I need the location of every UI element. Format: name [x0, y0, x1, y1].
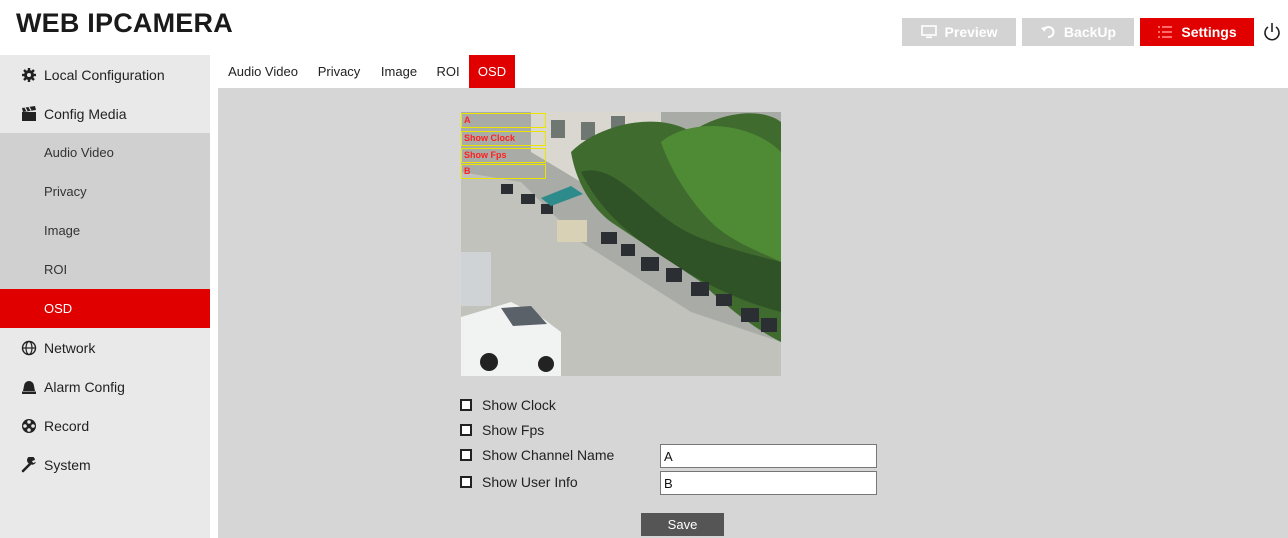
show-clock-checkbox[interactable] — [460, 399, 472, 411]
sidebar-subitem-label: Image — [44, 223, 81, 238]
save-button[interactable]: Save — [641, 513, 724, 536]
backup-button[interactable]: BackUp — [1022, 18, 1134, 46]
clapperboard-icon — [21, 106, 37, 122]
tab-label: OSD — [477, 64, 507, 79]
sidebar-item-network[interactable]: Network — [0, 328, 210, 367]
tab-label: Image — [380, 64, 418, 79]
wrench-icon — [21, 456, 37, 473]
preview-button[interactable]: Preview — [902, 18, 1016, 46]
sidebar-subitem-label: Audio Video — [44, 145, 114, 160]
list-icon — [1157, 25, 1173, 39]
tab-label: Privacy — [317, 64, 361, 79]
sidebar-item-label: System — [44, 456, 91, 473]
preview-label: Preview — [944, 24, 998, 40]
sidebar-subitem-label: Privacy — [44, 184, 87, 199]
sidebar-item-alarm-config[interactable]: Alarm Config — [0, 367, 210, 406]
undo-icon — [1040, 25, 1056, 39]
settings-tab-bar: Audio Video Privacy Image ROI OSD — [210, 55, 1288, 88]
osd-overlay-box[interactable]: Show Fps — [461, 148, 546, 163]
channel-name-input[interactable] — [660, 444, 877, 468]
sidebar-item-system[interactable]: System — [0, 445, 210, 484]
power-icon[interactable] — [1262, 20, 1282, 44]
tab-label: Audio Video — [228, 64, 298, 79]
app-root: WEB IPCAMERA Preview BackUp Settings Loc… — [0, 0, 1288, 538]
tab-audio-video[interactable]: Audio Video — [224, 55, 302, 88]
film-reel-icon — [21, 418, 37, 434]
sidebar-item-record[interactable]: Record — [0, 406, 210, 445]
sidebar-subitem-roi[interactable]: ROI — [0, 250, 210, 289]
user-info-input[interactable] — [660, 471, 877, 495]
sidebar-subitem-privacy[interactable]: Privacy — [0, 172, 210, 211]
sidebar: Local Configuration Config Media Audio V… — [0, 55, 210, 538]
sidebar-item-label: Record — [44, 417, 90, 434]
show-fps-option: Show Fps — [460, 422, 544, 438]
monitor-icon — [920, 25, 937, 39]
show-channel-name-label: Show Channel Name — [482, 447, 615, 463]
show-fps-checkbox[interactable] — [460, 424, 472, 436]
show-clock-option: Show Clock — [460, 397, 556, 413]
tab-osd[interactable]: OSD — [469, 55, 515, 88]
app-logo-title: WEB IPCAMERA — [16, 8, 233, 38]
osd-overlay-box[interactable]: A — [461, 113, 546, 128]
camera-preview[interactable]: A Show Clock Show Fps B — [461, 112, 781, 376]
show-user-info-checkbox[interactable] — [460, 476, 472, 488]
settings-label: Settings — [1181, 24, 1237, 40]
sidebar-item-label: Network — [44, 339, 96, 356]
settings-button[interactable]: Settings — [1140, 18, 1254, 46]
show-channel-name-checkbox[interactable] — [460, 449, 472, 461]
sidebar-item-label: Config Media — [44, 105, 127, 122]
sidebar-subitem-label: ROI — [44, 262, 68, 277]
bell-icon — [21, 379, 37, 395]
sidebar-item-label: Local Configuration — [44, 66, 165, 83]
sidebar-item-local-configuration[interactable]: Local Configuration — [0, 55, 210, 94]
tab-privacy[interactable]: Privacy — [314, 55, 364, 88]
osd-overlay-box[interactable]: B — [461, 164, 546, 179]
show-channel-name-option: Show Channel Name — [460, 447, 614, 463]
show-clock-label: Show Clock — [482, 397, 556, 413]
sidebar-subitem-audio-video[interactable]: Audio Video — [0, 133, 210, 172]
sidebar-subitem-label: OSD — [44, 301, 73, 316]
show-user-info-label: Show User Info — [482, 474, 578, 490]
osd-overlay-box[interactable]: Show Clock — [461, 131, 546, 146]
sidebar-item-label: Alarm Config — [44, 378, 125, 395]
gear-icon — [21, 67, 37, 83]
sidebar-subitem-osd[interactable]: OSD — [0, 289, 210, 328]
sidebar-subitem-image[interactable]: Image — [0, 211, 210, 250]
show-fps-label: Show Fps — [482, 422, 545, 438]
show-user-info-option: Show User Info — [460, 474, 578, 490]
tab-label: ROI — [436, 64, 460, 79]
tab-image[interactable]: Image — [376, 55, 422, 88]
globe-icon — [21, 340, 37, 356]
tab-roi[interactable]: ROI — [433, 55, 463, 88]
backup-label: BackUp — [1063, 24, 1117, 40]
sidebar-item-config-media[interactable]: Config Media — [0, 94, 210, 133]
